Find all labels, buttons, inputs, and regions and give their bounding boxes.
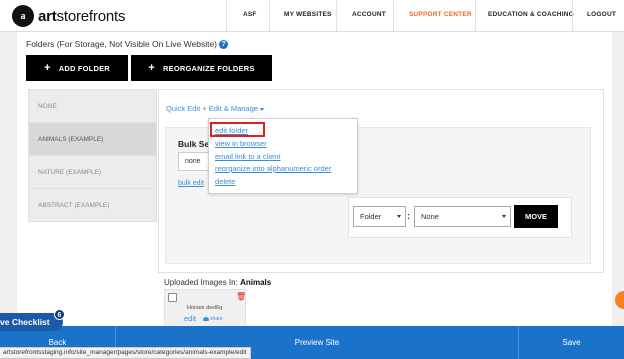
status-url-bar: artstorefrontsstaging.info/site_manager/…	[0, 347, 251, 359]
image-select-checkbox[interactable]	[168, 293, 177, 302]
menu-item-email-link[interactable]: email link to a client	[215, 152, 280, 161]
checklist-count-badge: 6	[54, 309, 65, 320]
caret-down-icon	[259, 107, 264, 111]
folder-list: NONE ANIMALS (EXAMPLE) NATURE (EXAMPLE) …	[28, 89, 157, 222]
image-name: Horses dsvt6q	[187, 305, 223, 311]
logo-text: artstorefronts	[38, 7, 126, 25]
artstorefronts-logo[interactable]: a artstorefronts	[12, 5, 125, 27]
nav-divider	[475, 0, 476, 31]
nav-item-logout[interactable]: LOGOUT	[587, 11, 616, 18]
reorganize-folders-button[interactable]: + REORGANIZE FOLDERS	[131, 55, 272, 81]
plus-icon: +	[44, 62, 51, 74]
folders-heading: Folders (For Storage, Not Visible On Liv…	[26, 39, 229, 50]
image-edit-link[interactable]: edit	[184, 314, 196, 323]
image-share-link[interactable]: share	[203, 316, 223, 322]
uploaded-images-heading: Uploaded Images In: Animals	[164, 278, 272, 287]
nav-item-account[interactable]: ACCOUNT	[352, 11, 386, 18]
bulk-edit-link[interactable]: bulk edit	[178, 180, 204, 187]
dropdown-arrow-icon	[502, 215, 506, 218]
highlight-box	[210, 122, 265, 137]
quick-edit-dropdown-toggle[interactable]: Quick Edit + Edit & Manage	[166, 104, 264, 113]
save-button[interactable]: Save	[519, 326, 624, 359]
cloud-icon	[203, 316, 209, 321]
nav-item-support-center[interactable]: SUPPORT CENTER	[409, 11, 472, 18]
nav-item-asf[interactable]: ASF	[243, 11, 257, 18]
nav-item-education-coaching[interactable]: EDUCATION & COACHING	[488, 11, 574, 18]
nav-divider	[269, 0, 270, 31]
plus-icon: +	[148, 62, 156, 74]
bulk-select-dropdown[interactable]: none	[178, 152, 210, 171]
menu-item-delete[interactable]: delete	[215, 177, 235, 186]
folder-item-animals[interactable]: ANIMALS (EXAMPLE)	[29, 123, 156, 156]
folder-item-nature[interactable]: NATURE (EXAMPLE)	[29, 156, 156, 189]
move-target-select[interactable]: None	[414, 206, 511, 227]
add-folder-button[interactable]: + ADD FOLDER	[26, 55, 128, 81]
folder-item-none[interactable]: NONE	[29, 90, 156, 123]
nav-divider	[226, 0, 227, 31]
dropdown-arrow-icon	[397, 215, 401, 218]
move-button[interactable]: MOVE	[514, 205, 558, 228]
top-navigation: a artstorefronts ASF MY WEBSITES ACCOUNT…	[0, 0, 624, 32]
move-type-select[interactable]: Folder	[353, 206, 406, 227]
folder-item-abstract[interactable]: ABSTRACT (EXAMPLE)	[29, 189, 156, 222]
menu-item-reorganize-alphanumeric[interactable]: reorganize into alphanumeric order	[215, 164, 331, 173]
nav-divider	[336, 0, 337, 31]
move-separator: :	[407, 211, 410, 221]
menu-item-view-in-browser[interactable]: view in browser	[215, 139, 267, 148]
logo-mark-icon: a	[12, 5, 34, 27]
nav-item-my-websites[interactable]: MY WEBSITES	[284, 11, 332, 18]
help-bubble-icon[interactable]	[615, 291, 624, 309]
nav-divider	[572, 0, 573, 31]
help-icon[interactable]: ?	[219, 40, 229, 50]
bulk-select-title: Bulk Sel	[178, 139, 212, 149]
nav-divider	[393, 0, 394, 31]
trash-icon[interactable]: 🗑	[236, 292, 246, 301]
